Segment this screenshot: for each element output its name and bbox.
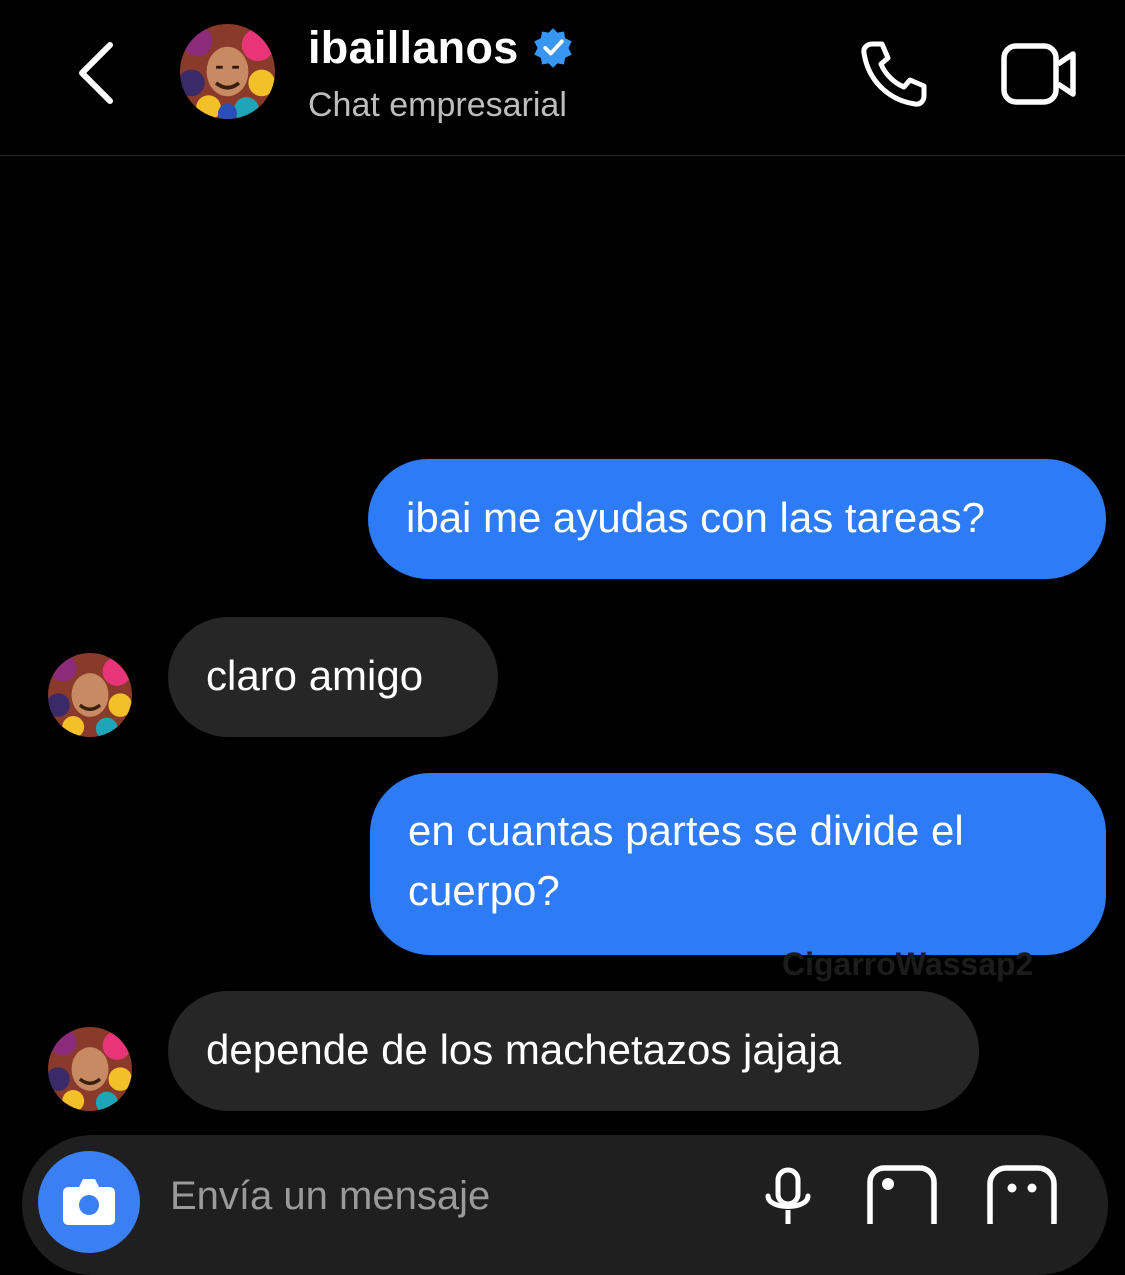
message-sent[interactable]: en cuantas partes se divide el cuerpo? <box>370 773 1106 955</box>
image-icon[interactable] <box>866 1164 938 1224</box>
microphone-icon[interactable] <box>758 1166 818 1226</box>
message-received[interactable]: depende de los machetazos jajaja <box>168 991 979 1111</box>
video-camera-icon[interactable] <box>1000 40 1078 108</box>
username-row[interactable]: ibaillanos <box>308 22 575 74</box>
message-input[interactable]: Envía un mensaje <box>170 1174 490 1219</box>
message-received[interactable]: claro amigo <box>168 617 498 737</box>
chat-header: ibaillanos Chat empresarial <box>0 0 1125 156</box>
phone-icon[interactable] <box>858 38 930 110</box>
camera-icon <box>63 1179 115 1225</box>
chevron-left-icon <box>79 42 113 104</box>
profile-avatar[interactable] <box>180 24 275 119</box>
sender-avatar[interactable] <box>48 1027 132 1111</box>
back-button[interactable] <box>66 38 126 108</box>
message-sent[interactable]: ibai me ayudas con las tareas? <box>368 459 1106 579</box>
sender-avatar[interactable] <box>48 653 132 737</box>
verified-badge-icon <box>533 28 572 68</box>
chat-subtitle: Chat empresarial <box>308 86 567 124</box>
sticker-icon[interactable] <box>986 1164 1058 1224</box>
camera-button[interactable] <box>38 1151 140 1253</box>
watermark: CigarroWassap2 <box>782 946 1034 982</box>
username: ibaillanos <box>308 22 519 73</box>
